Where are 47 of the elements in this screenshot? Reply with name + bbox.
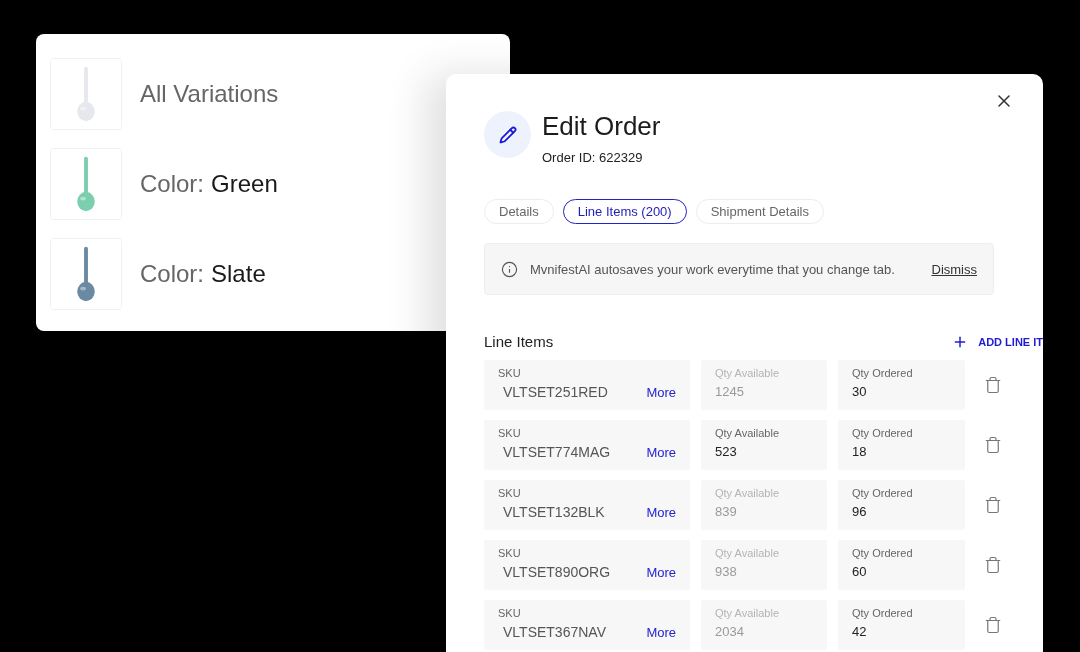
tab[interactable]: Line Items (200) bbox=[562, 199, 687, 224]
sku-value: VLTSET890ORG bbox=[503, 564, 611, 580]
variation-label: Color: bbox=[140, 170, 205, 198]
qty-ordered-field[interactable]: Qty Ordered 30 bbox=[838, 360, 965, 410]
tab[interactable]: Details bbox=[484, 199, 554, 224]
sku-field[interactable]: SKU VLTSET367NAV More bbox=[484, 600, 690, 650]
dialog-title: Edit Order bbox=[542, 111, 661, 141]
variation-label: Color: bbox=[140, 260, 205, 288]
notice-text: MvnifestAI autosaves your work everytime that you change tab. bbox=[530, 261, 896, 277]
trash-icon bbox=[984, 436, 1002, 454]
section-title: Line Items bbox=[484, 333, 554, 350]
more-link[interactable]: More bbox=[646, 565, 676, 580]
delete-button[interactable] bbox=[984, 376, 1002, 394]
qty-ordered-field[interactable]: Qty Ordered 60 bbox=[838, 540, 965, 590]
delete-button[interactable] bbox=[984, 556, 1002, 574]
delete-button[interactable] bbox=[984, 436, 1002, 454]
sku-value: VLTSET132BLK bbox=[503, 504, 605, 520]
delete-button[interactable] bbox=[984, 616, 1002, 634]
info-icon bbox=[501, 260, 518, 278]
qty-ordered-field[interactable]: Qty Ordered 96 bbox=[838, 480, 965, 530]
sku-value: VLTSET251RED bbox=[503, 384, 608, 400]
more-link[interactable]: More bbox=[646, 445, 676, 460]
trash-icon bbox=[984, 376, 1002, 394]
variation-label: All Variations bbox=[140, 80, 279, 108]
order-id: Order ID: 622329 bbox=[542, 150, 644, 165]
qty-ordered-field[interactable]: Qty Ordered 18 bbox=[838, 420, 965, 470]
sku-value: VLTSET367NAV bbox=[503, 624, 606, 640]
more-link[interactable]: More bbox=[646, 505, 676, 520]
sku-field[interactable]: SKU VLTSET774MAG More bbox=[484, 420, 690, 470]
trash-icon bbox=[984, 616, 1002, 634]
delete-button[interactable] bbox=[984, 496, 1002, 514]
sku-field[interactable]: SKU VLTSET890ORG More bbox=[484, 540, 690, 590]
sku-value: VLTSET774MAG bbox=[503, 444, 611, 460]
more-link[interactable]: More bbox=[646, 385, 676, 400]
qty-ordered-field[interactable]: Qty Ordered 42 bbox=[838, 600, 965, 650]
dismiss-link[interactable]: Dismiss bbox=[931, 261, 977, 277]
sku-field[interactable]: SKU VLTSET251RED More bbox=[484, 360, 690, 410]
add-line-item-button[interactable]: ADD LINE IT bbox=[952, 333, 1043, 350]
variation-value: Green bbox=[211, 170, 278, 198]
more-link[interactable]: More bbox=[646, 625, 676, 640]
trash-icon bbox=[984, 496, 1002, 514]
variation-value: Slate bbox=[211, 260, 266, 288]
qty-available-field[interactable]: Qty Available 523 bbox=[701, 420, 827, 470]
sku-field[interactable]: SKU VLTSET132BLK More bbox=[484, 480, 690, 530]
trash-icon bbox=[984, 556, 1002, 574]
tab[interactable]: Shipment Details bbox=[695, 199, 824, 224]
pencil-icon bbox=[498, 125, 517, 144]
